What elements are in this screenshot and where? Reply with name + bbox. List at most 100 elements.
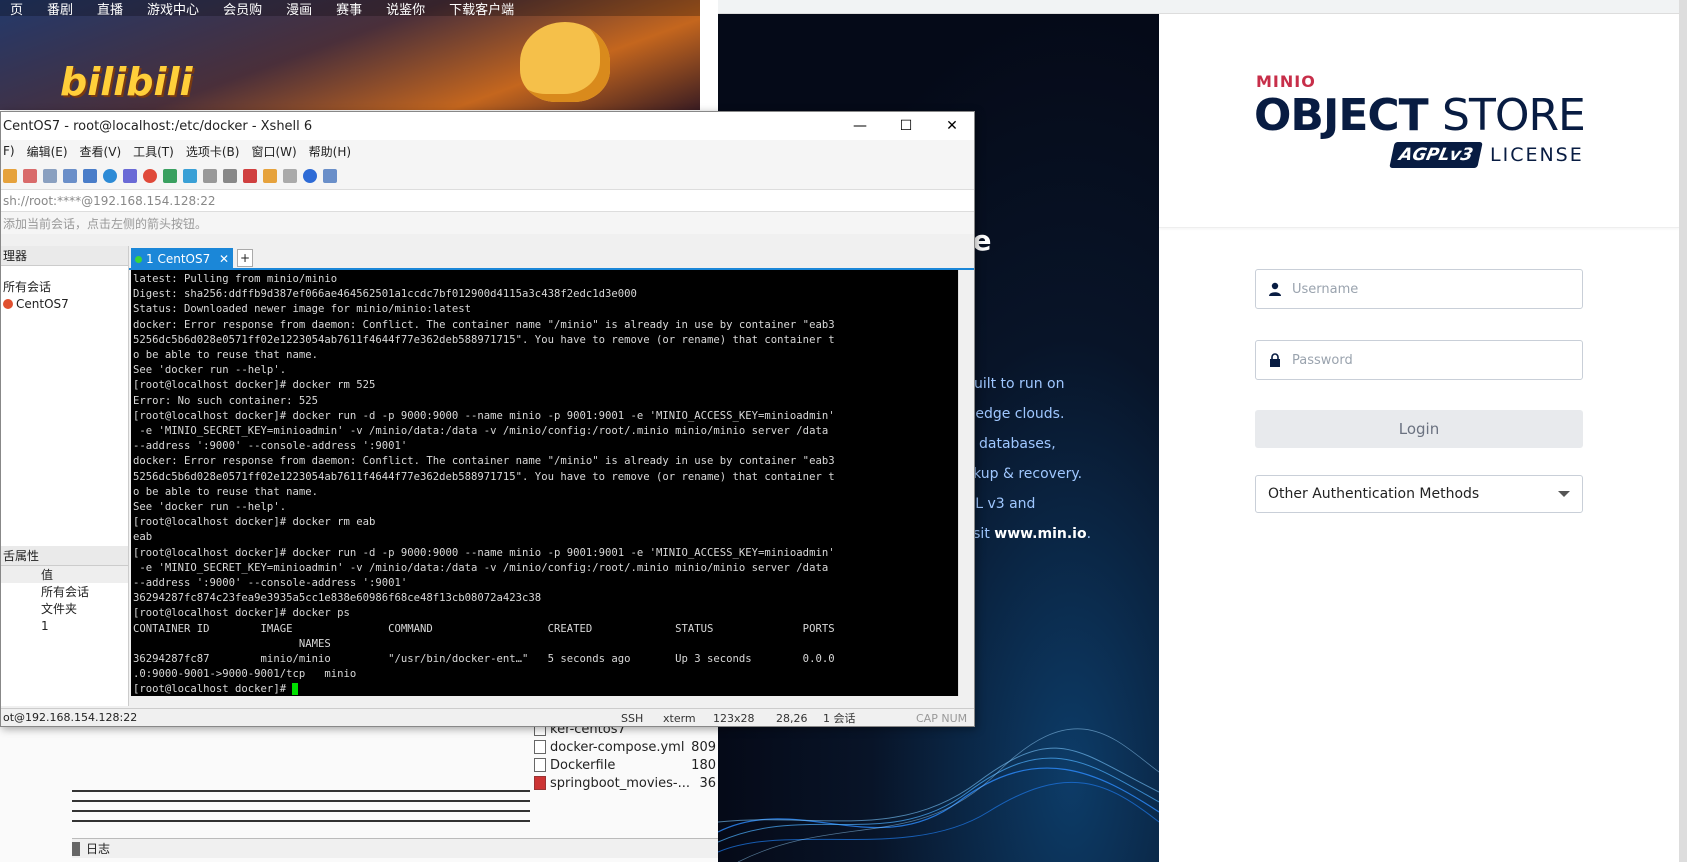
minio-link[interactable]: www.min.io [994, 526, 1086, 542]
terminal-line: 5256dc5b6d028e0571ff02e1223054ab7611f464… [133, 470, 835, 483]
terminal-line: Status: Downloaded newer image for minio… [133, 303, 472, 316]
nav-item[interactable]: 说鉴你 [386, 0, 425, 18]
list-item[interactable]: docker-compose.yml 809 [534, 738, 720, 756]
tab-centos7[interactable]: 1 CentOS7 ✕ [131, 248, 233, 270]
sidebar-item-centos7[interactable]: CentOS7 [1, 295, 128, 312]
session-hint: 添加当前会话，点击左侧的箭头按钮。 [1, 212, 974, 234]
status-terminal: xterm [663, 711, 696, 725]
terminal-line: Digest: sha256:ddffb9d387ef066ae46456250… [133, 288, 637, 301]
terminal-line: docker: Error response from daemon: Conf… [133, 318, 835, 331]
jar-file-icon [534, 776, 546, 790]
session-icon [3, 298, 13, 309]
divider [72, 820, 530, 822]
address-bar[interactable]: sh://root:****@192.168.154.128:22 [1, 190, 974, 212]
login-button[interactable]: Login [1255, 410, 1583, 448]
chat-icon[interactable] [323, 168, 337, 183]
log-tab[interactable]: 日志 [86, 840, 110, 857]
menu-edit[interactable]: 编辑(E) [27, 143, 68, 160]
menu-window[interactable]: 窗口(W) [251, 143, 296, 160]
password-field[interactable]: Password [1255, 340, 1583, 380]
terminal-output[interactable]: latest: Pulling from minio/minio Digest: … [131, 270, 958, 696]
menu-help[interactable]: 帮助(H) [309, 143, 351, 160]
bilibili-background: 页 番剧 直播 游戏中心 会员购 漫画 赛事 说鉴你 下载客户端 bilibil… [0, 0, 700, 110]
product-title: OBJECT STORE [1254, 90, 1586, 141]
menu-tabs[interactable]: 选项卡(B) [186, 143, 240, 160]
reconnect-icon[interactable] [23, 168, 37, 183]
title-bar: CentOS7 - root@localhost:/etc/docker - X… [1, 112, 974, 140]
session-folder-icon[interactable] [263, 168, 277, 183]
screen-edge [1679, 0, 1687, 862]
nav-item[interactable]: 直播 [97, 0, 123, 18]
copy-icon[interactable] [83, 168, 97, 183]
nav-item[interactable]: 漫画 [286, 0, 312, 18]
toolbar [1, 162, 974, 190]
bilibili-logo: bilibili [60, 60, 193, 104]
nav-item-download[interactable]: 下载客户端 [449, 0, 514, 18]
divider [72, 810, 530, 812]
file-list: ker-centos7 docker-compose.yml 809 Docker… [534, 720, 720, 820]
sidebar-item-all-sessions[interactable]: 所有会话 [1, 278, 128, 295]
maximize-button[interactable]: ☐ [883, 112, 929, 140]
globe-icon[interactable] [103, 168, 117, 183]
script-icon[interactable] [243, 168, 257, 183]
terminal-line: See 'docker run --help'. [133, 364, 287, 377]
terminal-line: NAMES [133, 637, 331, 650]
xshell-window: CentOS7 - root@localhost:/etc/docker - X… [0, 111, 975, 727]
minimize-button[interactable]: — [837, 112, 883, 140]
list-item[interactable]: springboot_movies-... 36 [534, 774, 720, 792]
log-tag: ​ [72, 841, 80, 856]
layout-icon[interactable] [283, 168, 297, 183]
nav-item[interactable]: 番剧 [47, 0, 73, 18]
divider [72, 800, 530, 802]
terminal-line: o be able to reuse that name. [133, 485, 318, 498]
mascot-illustration [520, 22, 610, 102]
terminal-line: 5256dc5b6d028e0571ff02e1223054ab7611f464… [133, 333, 835, 346]
folder-icon[interactable] [3, 168, 17, 183]
help-icon[interactable] [303, 168, 317, 183]
terminal-line: CONTAINER ID IMAGE COMMAND CREATED STATU… [133, 622, 835, 635]
lock-icon[interactable] [203, 168, 217, 183]
menu-tools[interactable]: 工具(T) [133, 143, 174, 160]
menu-file[interactable]: F) [3, 144, 15, 158]
transfer-icon[interactable] [163, 168, 177, 183]
new-tab-icon[interactable] [43, 168, 57, 183]
add-tab-button[interactable]: + [237, 249, 253, 267]
keyboard-icon[interactable] [223, 168, 237, 183]
session-manager: 理器 所有会话 CentOS7 舌属性 值 所有会话 文件夹 1 [1, 246, 129, 706]
list-item[interactable]: Dockerfile 180 [534, 756, 720, 774]
terminal-line: See 'docker run --help'. [133, 501, 287, 514]
username-field[interactable]: Username [1255, 269, 1583, 309]
file-icon [534, 758, 546, 772]
xftp-icon[interactable] [143, 168, 157, 183]
nav-item[interactable]: 游戏中心 [147, 0, 199, 18]
fullscreen-icon[interactable] [183, 168, 197, 183]
font-icon[interactable] [123, 168, 137, 183]
close-tab-icon[interactable]: ✕ [219, 252, 233, 266]
terminal-line: docker: Error response from daemon: Conf… [133, 455, 835, 468]
terminal-line: Error: No such container: 525 [133, 394, 318, 407]
menu-view[interactable]: 查看(V) [80, 143, 122, 160]
terminal-line: eab [133, 531, 153, 544]
nav-item[interactable]: 页 [10, 0, 23, 18]
agpl-badge: AGPLv3 [1389, 142, 1483, 168]
status-size: 123x28 [713, 711, 755, 725]
terminal-line: [root@localhost docker]# docker rm eab [133, 516, 376, 529]
status-protocol: SSH [621, 711, 644, 725]
bilibili-nav: 页 番剧 直播 游戏中心 会员购 漫画 赛事 说鉴你 下载客户端 [0, 0, 700, 18]
terminal-scrollbar[interactable] [958, 270, 974, 696]
tab-bar: 1 CentOS7 ✕ + [129, 246, 974, 270]
terminal-line: [root@localhost docker]# docker run -d -… [133, 409, 835, 422]
browser-strip [700, 0, 720, 110]
divider [72, 790, 530, 792]
search-icon[interactable] [63, 168, 77, 183]
log-bar: ​ 日志 [72, 838, 720, 858]
license-label: LICENSE [1490, 144, 1584, 166]
other-auth-select[interactable]: Other Authentication Methods [1255, 475, 1583, 513]
nav-item[interactable]: 会员购 [223, 0, 262, 18]
close-button[interactable]: ✕ [929, 112, 975, 140]
nav-item[interactable]: 赛事 [336, 0, 362, 18]
terminal-line: latest: Pulling from minio/minio [133, 273, 338, 285]
terminal-cursor [292, 683, 299, 696]
terminal-line: o be able to reuse that name. [133, 349, 318, 362]
props-value: 所有会话 [41, 585, 90, 599]
